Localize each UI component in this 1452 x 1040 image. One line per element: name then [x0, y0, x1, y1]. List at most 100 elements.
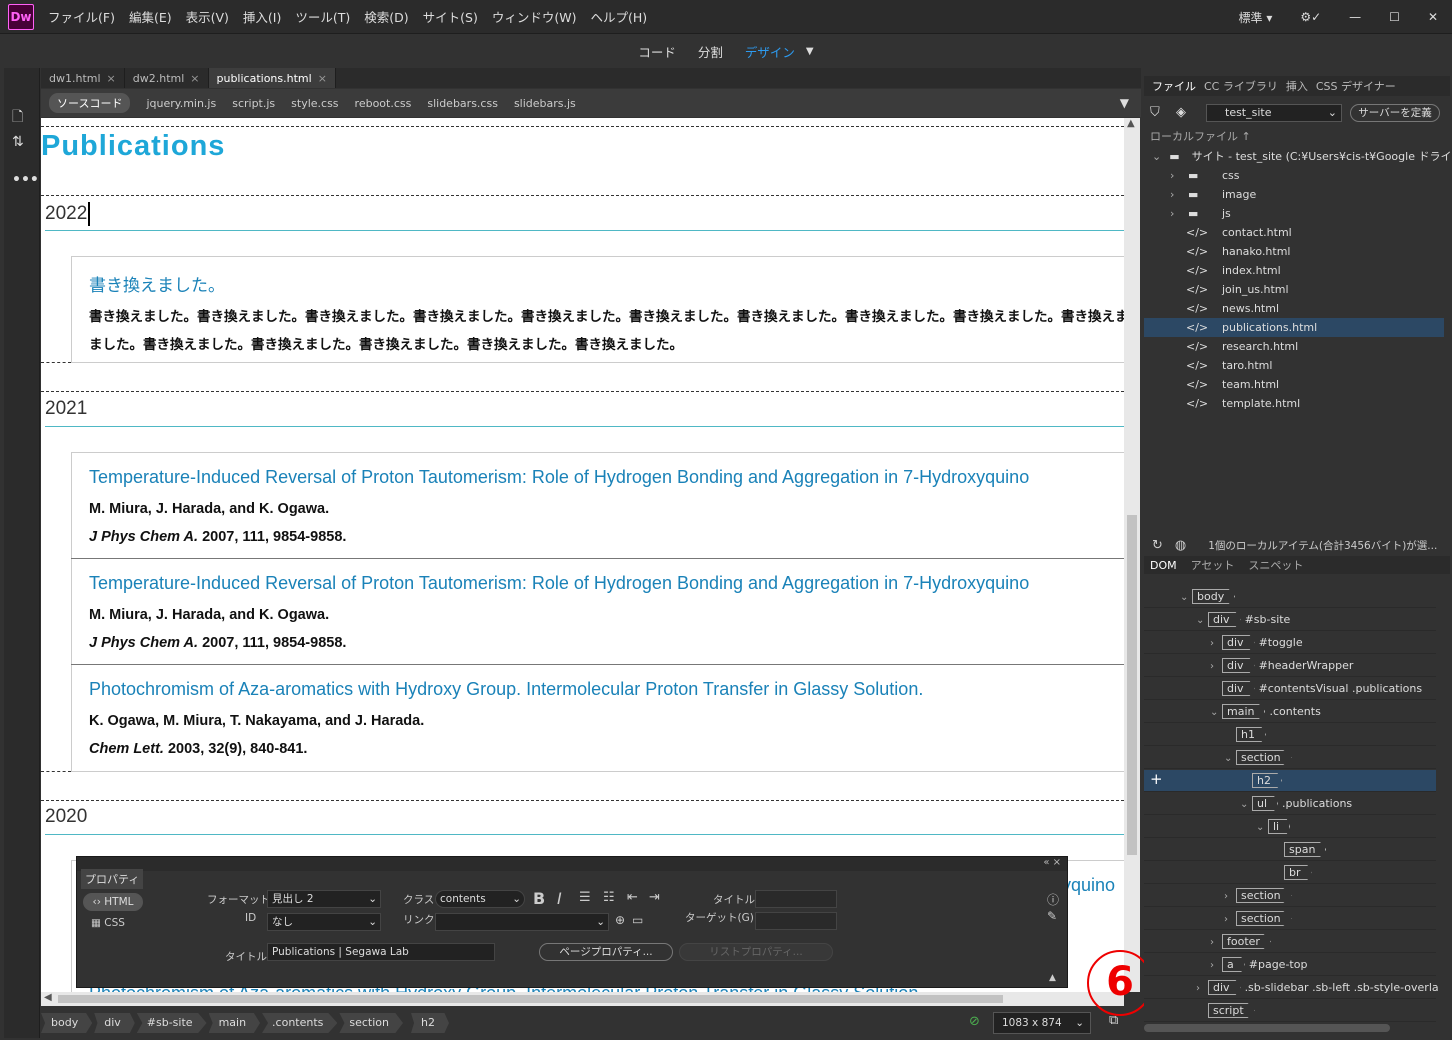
related-slidebars-css[interactable]: slidebars.css	[427, 97, 498, 110]
site-select[interactable]: test_site ⌄	[1206, 104, 1342, 122]
dom-tag[interactable]: script	[1208, 1003, 1255, 1018]
filter-icon[interactable]: ▼	[1120, 96, 1129, 110]
tab-dw1[interactable]: dw1.html ×	[41, 68, 125, 88]
tab-css-designer[interactable]: CSS デザイナー	[1316, 78, 1396, 94]
format-select[interactable]: 見出し 2 ⌄	[267, 890, 381, 908]
local-files-label[interactable]: ローカルファイル ↑	[1150, 127, 1450, 146]
related-jquery[interactable]: jquery.min.js	[146, 97, 216, 110]
bold-icon[interactable]: B	[533, 889, 545, 908]
chevron-icon[interactable]: ⌄	[1256, 822, 1268, 833]
collapse-icon[interactable]: « ×	[1043, 857, 1061, 868]
css-mode-button[interactable]: ▦ CSS	[91, 917, 125, 929]
close-icon[interactable]: ✕	[1428, 10, 1438, 24]
file-item[interactable]: </> hanako.html	[1144, 242, 1444, 261]
scroll-up-icon[interactable]: ▲	[1127, 118, 1135, 129]
html-mode-button[interactable]: ‹› HTML	[83, 893, 143, 911]
tab-publications[interactable]: publications.html ×	[208, 68, 336, 88]
dom-node[interactable]: div #contentsVisual .publications	[1144, 678, 1436, 700]
dom-node[interactable]: br	[1144, 862, 1436, 884]
chevron-icon[interactable]: ⌄	[1196, 615, 1208, 626]
pub-title-peek[interactable]: yquino	[1062, 875, 1115, 896]
file-item[interactable]: ▬ › js	[1144, 204, 1444, 223]
dom-node[interactable]: script	[1144, 1000, 1436, 1022]
crumb-h2[interactable]: h2	[411, 1013, 449, 1033]
chevron-icon[interactable]: ›	[1210, 937, 1222, 948]
crumb-section[interactable]: section	[339, 1013, 404, 1033]
year-heading-2020[interactable]: 2020	[45, 806, 87, 828]
dom-tag[interactable]: div	[1208, 980, 1241, 995]
workspace-switcher[interactable]: 標準 ▾	[1239, 9, 1273, 26]
document-icon[interactable]: 🗋	[12, 106, 23, 130]
related-slidebars-js[interactable]: slidebars.js	[514, 97, 576, 110]
menu-insert[interactable]: 挿入(I)	[243, 7, 281, 26]
italic-icon[interactable]: I	[557, 889, 562, 908]
chevron-icon[interactable]: ›	[1210, 661, 1222, 672]
menu-view[interactable]: 表示(V)	[186, 7, 229, 26]
dom-tag[interactable]: div	[1222, 681, 1255, 696]
indent-icon[interactable]: ⇥	[649, 890, 660, 905]
tab-dw2[interactable]: dw2.html ×	[125, 68, 209, 88]
target-select[interactable]	[755, 912, 837, 930]
chevron-right-icon[interactable]: ›	[1170, 166, 1174, 185]
dom-tag[interactable]: section	[1236, 888, 1292, 903]
split-view-button[interactable]: 分割	[698, 42, 723, 61]
menu-tools[interactable]: ツール(T)	[295, 7, 350, 26]
help-icon[interactable]: ⓘ	[1047, 891, 1059, 908]
dom-tag[interactable]: span	[1284, 842, 1327, 857]
page-title[interactable]: Publications	[41, 130, 225, 163]
dom-tag[interactable]: ul	[1252, 796, 1279, 811]
dom-node[interactable]: ⌄ li	[1144, 816, 1436, 838]
window-size-select[interactable]: 1083 x 874 ⌄	[993, 1012, 1091, 1034]
chevron-icon[interactable]: ›	[1196, 983, 1208, 994]
menu-help[interactable]: ヘルプ(H)	[590, 7, 647, 26]
list-properties-button[interactable]: リストプロパティ...	[679, 943, 833, 961]
tab-assets[interactable]: アセット	[1191, 557, 1235, 573]
pub-title-2[interactable]: Temperature-Induced Reversal of Proton T…	[89, 573, 1029, 594]
dom-node[interactable]: ⌄ section	[1144, 747, 1436, 769]
crumb-contents[interactable]: .contents	[262, 1013, 338, 1033]
dom-tag[interactable]: li	[1268, 819, 1291, 834]
chevron-icon[interactable]: ›	[1224, 914, 1236, 925]
chevron-icon[interactable]: ⌄	[1224, 753, 1236, 764]
crumb-body[interactable]: body	[41, 1013, 93, 1033]
link-input[interactable]: ⌄	[435, 913, 609, 931]
menu-file[interactable]: ファイル(F)	[48, 7, 115, 26]
dom-tag[interactable]: h2	[1252, 773, 1282, 788]
dom-tag[interactable]: br	[1284, 865, 1312, 880]
design-view-button[interactable]: デザイン	[745, 42, 795, 61]
tab-insert[interactable]: 挿入	[1286, 78, 1308, 94]
dom-node[interactable]: › div .sb-slidebar .sb-left .sb-style-over…	[1144, 977, 1439, 999]
id-select[interactable]: なし ⌄	[267, 913, 381, 931]
related-style[interactable]: style.css	[291, 97, 338, 110]
transfer-icon[interactable]: ⇅	[12, 134, 24, 150]
pub-title-3[interactable]: Photochromism of Aza-aromatics with Hydr…	[89, 679, 923, 700]
dom-tag[interactable]: footer	[1222, 934, 1271, 949]
dom-tag[interactable]: h1	[1236, 727, 1266, 742]
outdent-icon[interactable]: ⇤	[627, 890, 638, 905]
dom-node[interactable]: › section	[1144, 885, 1436, 907]
file-item[interactable]: </> taro.html	[1144, 356, 1444, 375]
page-properties-button[interactable]: ページプロパティ...	[539, 943, 673, 961]
properties-tab[interactable]: プロパティ	[81, 869, 144, 889]
site-root[interactable]: ⌄ ▬ サイト - test_site (C:¥Users¥cis-t¥Google…	[1144, 147, 1452, 166]
horizontal-scroll-thumb[interactable]	[58, 995, 1003, 1003]
chevron-icon[interactable]: ›	[1210, 638, 1222, 649]
dom-node[interactable]: ⌄ ul .publications	[1144, 793, 1436, 815]
menu-find[interactable]: 検索(D)	[364, 7, 408, 26]
dom-tag[interactable]: div	[1208, 612, 1241, 627]
crumb-div[interactable]: div	[94, 1013, 135, 1033]
file-item[interactable]: ▬ › css	[1144, 166, 1444, 185]
unordered-list-icon[interactable]: ☰	[579, 890, 591, 905]
year-heading-2021[interactable]: 2021	[45, 398, 87, 420]
file-item[interactable]: ▬ › image	[1144, 185, 1444, 204]
folder-icon[interactable]: ▭	[632, 913, 643, 927]
file-item[interactable]: </> index.html	[1144, 261, 1444, 280]
menu-window[interactable]: ウィンドウ(W)	[492, 7, 577, 26]
file-item[interactable]: </> contact.html	[1144, 223, 1444, 242]
dom-node[interactable]: ⌄ div #sb-site	[1144, 609, 1436, 631]
related-source-code[interactable]: ソースコード	[49, 93, 131, 113]
file-item[interactable]: </> publications.html	[1144, 318, 1444, 337]
dom-node[interactable]: ⌄ main .contents	[1144, 701, 1436, 723]
dom-tag[interactable]: main	[1222, 704, 1266, 719]
git-icon[interactable]: ◈	[1176, 105, 1186, 120]
